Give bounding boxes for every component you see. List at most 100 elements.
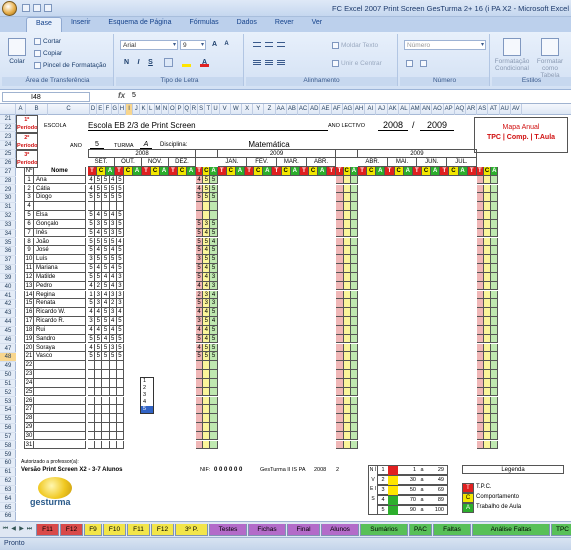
student-number[interactable]: 1 — [24, 175, 34, 185]
student-number[interactable]: 25 — [24, 387, 34, 397]
student-number[interactable]: 17 — [24, 317, 34, 326]
periodo-tca-header[interactable]: A — [350, 167, 358, 176]
student-name[interactable]: Cátia — [34, 184, 86, 194]
grade-cell[interactable]: 4 — [116, 237, 124, 247]
grade-cell[interactable]: 4 — [109, 211, 117, 220]
grade-cell[interactable]: 5 — [116, 352, 124, 362]
column-header-aq[interactable]: AQ — [455, 104, 466, 115]
row-header[interactable]: 25 — [0, 150, 16, 159]
periodo-grade-cell[interactable]: 4 — [203, 246, 211, 256]
periodo-grade-cell[interactable] — [491, 299, 499, 309]
column-header-u[interactable]: U — [212, 104, 220, 115]
grade-cell[interactable]: 5 — [95, 334, 103, 344]
periodo-grade-cell[interactable] — [476, 219, 484, 229]
column-header-w[interactable]: W — [231, 104, 242, 115]
periodo-grade-cell[interactable] — [484, 361, 492, 370]
periodo-grade-cell[interactable]: 3 — [203, 299, 211, 309]
row-header[interactable]: 32 — [0, 212, 16, 221]
grade-cell[interactable] — [116, 370, 124, 379]
periodo-grade-cell[interactable] — [491, 405, 499, 414]
periodo-grade-cell[interactable] — [336, 352, 344, 362]
periodo-grade-cell[interactable] — [210, 370, 218, 379]
column-header-k[interactable]: K — [140, 104, 148, 115]
tca-header[interactable]: C — [151, 167, 160, 176]
grade-cell[interactable] — [102, 387, 110, 397]
student-number[interactable]: 21 — [24, 352, 34, 362]
row-header[interactable]: 38 — [0, 265, 16, 274]
periodo-grade-cell[interactable] — [343, 361, 351, 370]
student-name[interactable] — [34, 440, 86, 450]
grade-cell[interactable] — [116, 405, 124, 414]
student-number[interactable]: 13 — [24, 281, 34, 291]
row-header[interactable]: 41 — [0, 292, 16, 301]
periodo-grade-cell[interactable] — [336, 361, 344, 370]
grade-cell[interactable]: 5 — [116, 228, 124, 238]
grade-cell[interactable]: 5 — [95, 184, 103, 194]
periodo-grade-cell[interactable]: 4 — [203, 325, 211, 335]
month-2008[interactable]: NOV. — [142, 158, 169, 167]
next-sheet-icon[interactable]: ▶ — [18, 525, 25, 534]
grade-cell[interactable]: 4 — [88, 281, 96, 291]
grade-cell[interactable] — [88, 387, 96, 397]
grade-cell[interactable]: 5 — [102, 308, 110, 317]
row-header[interactable]: 62 — [0, 477, 16, 486]
periodo-grade-cell[interactable] — [491, 440, 499, 450]
periodo-grade-cell[interactable] — [350, 370, 358, 379]
student-name[interactable]: Diogo — [34, 193, 86, 203]
row-header[interactable]: 51 — [0, 380, 16, 389]
periodo-grade-cell[interactable] — [343, 343, 351, 353]
column-header-ak[interactable]: AK — [388, 104, 399, 115]
periodo-grade-cell[interactable] — [491, 431, 499, 441]
tca-header[interactable]: T — [467, 167, 477, 176]
tca-header[interactable]: A — [160, 167, 169, 176]
student-name[interactable] — [34, 387, 86, 397]
grade-cell[interactable] — [116, 202, 124, 211]
no-header[interactable]: Nº — [24, 167, 34, 176]
periodo-grade-cell[interactable] — [336, 308, 344, 317]
save-icon[interactable] — [22, 4, 30, 12]
wrap-text-button[interactable]: Moldar Texto — [332, 42, 378, 49]
periodo-grade-cell[interactable]: 5 — [203, 255, 211, 264]
tca-header[interactable]: A — [458, 167, 468, 176]
row-header[interactable]: 30 — [0, 194, 16, 204]
grade-cell[interactable]: 5 — [116, 193, 124, 203]
tca-header[interactable]: A — [290, 167, 300, 176]
periodo-grade-cell[interactable] — [203, 431, 211, 441]
tca-header[interactable]: A — [431, 167, 441, 176]
student-number[interactable]: 19 — [24, 334, 34, 344]
periodo-grade-cell[interactable] — [343, 405, 351, 414]
periodo-grade-cell[interactable] — [476, 423, 484, 432]
periodo-grade-cell[interactable] — [343, 281, 351, 291]
periodo-grade-cell[interactable] — [343, 290, 351, 300]
sheet-tab[interactable]: F12 — [60, 524, 83, 536]
periodo-grade-cell[interactable] — [210, 405, 218, 414]
periodo-grade-cell[interactable] — [343, 228, 351, 238]
periodo-grade-cell[interactable] — [484, 325, 492, 335]
periodo-grade-cell[interactable] — [203, 396, 211, 406]
periodo-grade-cell[interactable]: 4 — [196, 308, 204, 317]
grade-cell[interactable]: 5 — [102, 246, 110, 256]
row-header[interactable]: 40 — [0, 283, 16, 292]
periodo-2-top[interactable] — [336, 149, 358, 158]
grade-cell[interactable]: 3 — [116, 290, 124, 300]
periodo-grade-cell[interactable] — [484, 396, 492, 406]
periodo-grade-cell[interactable]: 5 — [196, 299, 204, 309]
row-header[interactable]: 65 — [0, 504, 16, 513]
periodo-grade-cell[interactable]: 3 — [210, 272, 218, 282]
fill-color-button[interactable] — [182, 58, 191, 67]
grade-cell[interactable]: 5 — [102, 352, 110, 362]
periodo-tca-header[interactable]: A — [491, 167, 499, 176]
periodo-grade-cell[interactable] — [336, 378, 344, 388]
student-name[interactable] — [34, 202, 86, 211]
sheet-tab[interactable]: Testes — [209, 524, 247, 536]
student-number[interactable]: 28 — [24, 414, 34, 423]
column-header-ah[interactable]: AH — [354, 104, 366, 115]
grade-cell[interactable]: 5 — [109, 352, 117, 362]
currency-button[interactable] — [406, 60, 413, 67]
student-number[interactable]: 26 — [24, 396, 34, 406]
font-name-select[interactable]: Arial — [120, 40, 178, 50]
month-2009-a[interactable]: JAN. — [217, 158, 248, 167]
year-start[interactable]: 2008 — [378, 120, 408, 131]
periodo-grade-cell[interactable] — [491, 264, 499, 273]
periodo-grade-cell[interactable] — [336, 272, 344, 282]
